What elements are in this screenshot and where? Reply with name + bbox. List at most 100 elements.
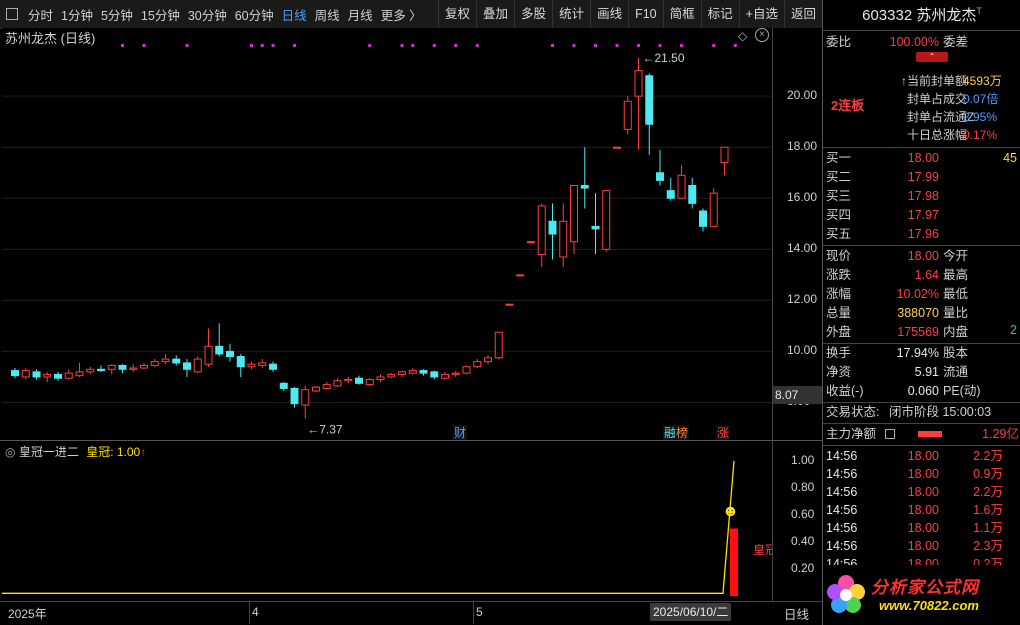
close-icon[interactable]: ×: [755, 28, 769, 42]
seal-value: 4593万: [963, 74, 1002, 88]
signal-dot: [185, 44, 189, 47]
signal-dot: [615, 44, 619, 47]
stat-right-label: 量比: [943, 306, 969, 320]
seal-row: 封单占成交 0.07倍: [823, 90, 1020, 109]
collapse-icon[interactable]: ⌃: [916, 52, 948, 62]
tool-button-0[interactable]: 复权: [438, 0, 476, 28]
tool-button-6[interactable]: 简框: [662, 0, 701, 28]
bid-row[interactable]: 买四 17.97: [823, 206, 1020, 225]
candle-body: [118, 364, 127, 370]
seal-value: 0.17%: [963, 128, 998, 142]
period-tabs: 分时 1分钟 5分钟 15分钟 30分钟 60分钟 日线 周线 月线 更多 〉: [24, 5, 426, 24]
stat2-label: 换手: [826, 346, 852, 360]
candle-body: [21, 370, 30, 378]
signal-dot: [411, 44, 415, 47]
tool-button-7[interactable]: 标记: [700, 0, 739, 28]
event-mark: 榜: [676, 425, 688, 440]
bid-row[interactable]: 买三 17.98: [823, 187, 1020, 206]
tool-button-5[interactable]: F10: [628, 0, 663, 28]
tick-volume: 0.9万: [973, 467, 1003, 481]
trade-state-value: 闭市阶段 15:00:03: [889, 405, 992, 419]
tool-button-3[interactable]: 统计: [552, 0, 590, 28]
stat-value: 1.64: [914, 268, 939, 282]
stat-label: 现价: [826, 249, 852, 263]
tick-volume: 1.1万: [973, 521, 1003, 535]
candle-body: [204, 345, 213, 365]
high-label: ←21.50: [643, 51, 685, 65]
period-tab-4[interactable]: 30分钟: [184, 5, 231, 24]
diamond-icon[interactable]: ◇: [738, 29, 747, 43]
x-tick: 2025年: [8, 607, 47, 621]
up-arrow-icon: ↑: [140, 445, 147, 459]
period-tab-0[interactable]: 分时: [24, 5, 57, 24]
bid-row[interactable]: 买二 17.99: [823, 168, 1020, 187]
candle-body: [387, 373, 396, 378]
candle-body: [709, 192, 718, 227]
period-tab-8[interactable]: 月线: [344, 5, 377, 24]
main-flow-label: 主力净额: [826, 427, 877, 441]
x-axis: 2025年 4 5 2025/06/10/二 日线: [0, 601, 822, 624]
indicator-chart[interactable]: ◎ 皇冠一进二 皇冠: 1.00↑ ☻ 皇冠: [2, 441, 777, 601]
tick-volume: 2.2万: [973, 449, 1003, 463]
kline-chart[interactable]: ←21.50 ←7.37 财 融榜 涨 苏州龙杰 (日线) ◇ ×: [2, 28, 772, 440]
tool-button-1[interactable]: 叠加: [476, 0, 514, 28]
candle-body: [258, 362, 267, 366]
indicator-menu-icon[interactable]: ◎: [5, 445, 15, 459]
period-tab-7[interactable]: 周线: [311, 5, 344, 24]
period-button[interactable]: 日线: [784, 604, 809, 623]
tick-volume: 1.6万: [973, 503, 1003, 517]
period-tab-5[interactable]: 60分钟: [231, 5, 278, 24]
stat-row: 涨跌 1.64 最高: [823, 266, 1020, 285]
bid-price: 17.97: [907, 208, 939, 222]
candle-body: [473, 361, 482, 368]
tick-row: 14:56 18.00 2.2万: [823, 447, 1020, 466]
tool-button-2[interactable]: 多股: [514, 0, 552, 28]
bid-row[interactable]: 买五 17.96: [823, 225, 1020, 244]
stat-row: 外盘 175569 内盘: [823, 323, 1020, 342]
indicator-svg: [2, 460, 738, 596]
crown-bar: [730, 528, 738, 596]
menu-icon[interactable]: [6, 8, 18, 20]
tick-time: 14:56: [826, 539, 858, 553]
tool-button-9[interactable]: 返回: [783, 0, 822, 28]
seal-row: 十日总涨幅 0.17%: [823, 126, 1020, 145]
candle-body: [537, 205, 546, 255]
stat2-row: 净资 5.91 流通: [823, 363, 1020, 382]
date-cursor: 2025/06/10/二: [650, 603, 732, 621]
signal-dot: [572, 44, 576, 47]
list-icon[interactable]: [885, 429, 895, 439]
candle-body: [97, 368, 105, 372]
tick-row: 14:56 18.00 1.1万: [823, 519, 1020, 538]
tool-button-4[interactable]: 画线: [590, 0, 628, 28]
event-mark: 融: [664, 426, 676, 440]
candle-body: [666, 190, 675, 199]
signal-dot: [454, 44, 458, 47]
kline-svg[interactable]: ←21.50 ←7.37 财 融榜 涨: [2, 28, 772, 440]
candle-body: [559, 220, 568, 258]
period-tab-2[interactable]: 5分钟: [97, 5, 137, 24]
tool-button-8[interactable]: +自选: [738, 0, 784, 28]
period-tab-3[interactable]: 15分钟: [137, 5, 184, 24]
candle-body: [333, 380, 342, 387]
signal-dot: [271, 44, 275, 47]
candle-body: [75, 371, 84, 377]
weibi-value: 100.00%: [889, 35, 939, 49]
period-tab-9[interactable]: 更多 〉: [377, 5, 426, 24]
price-tick: 14.00: [787, 241, 818, 256]
watermark-url: www.70822.com: [879, 598, 979, 613]
candle-body: [623, 100, 632, 130]
period-tab-6[interactable]: 日线: [278, 5, 311, 24]
candle-body: [279, 382, 288, 389]
signal-dot: [475, 44, 479, 47]
stat-value: 18.00: [907, 249, 939, 263]
candle-body: [247, 363, 256, 368]
signal-dot: [260, 44, 264, 47]
stat-label: 外盘: [826, 325, 852, 339]
x-tick: 4: [252, 605, 259, 619]
indicator-series-label: 皇冠:: [86, 445, 114, 459]
bid-row[interactable]: 买一 18.00 45: [823, 149, 1020, 168]
tick-price: 18.00: [907, 539, 939, 553]
bid-price: 17.99: [907, 170, 939, 184]
tick-row: 14:56 18.00 1.6万: [823, 501, 1020, 520]
period-tab-1[interactable]: 1分钟: [57, 5, 97, 24]
